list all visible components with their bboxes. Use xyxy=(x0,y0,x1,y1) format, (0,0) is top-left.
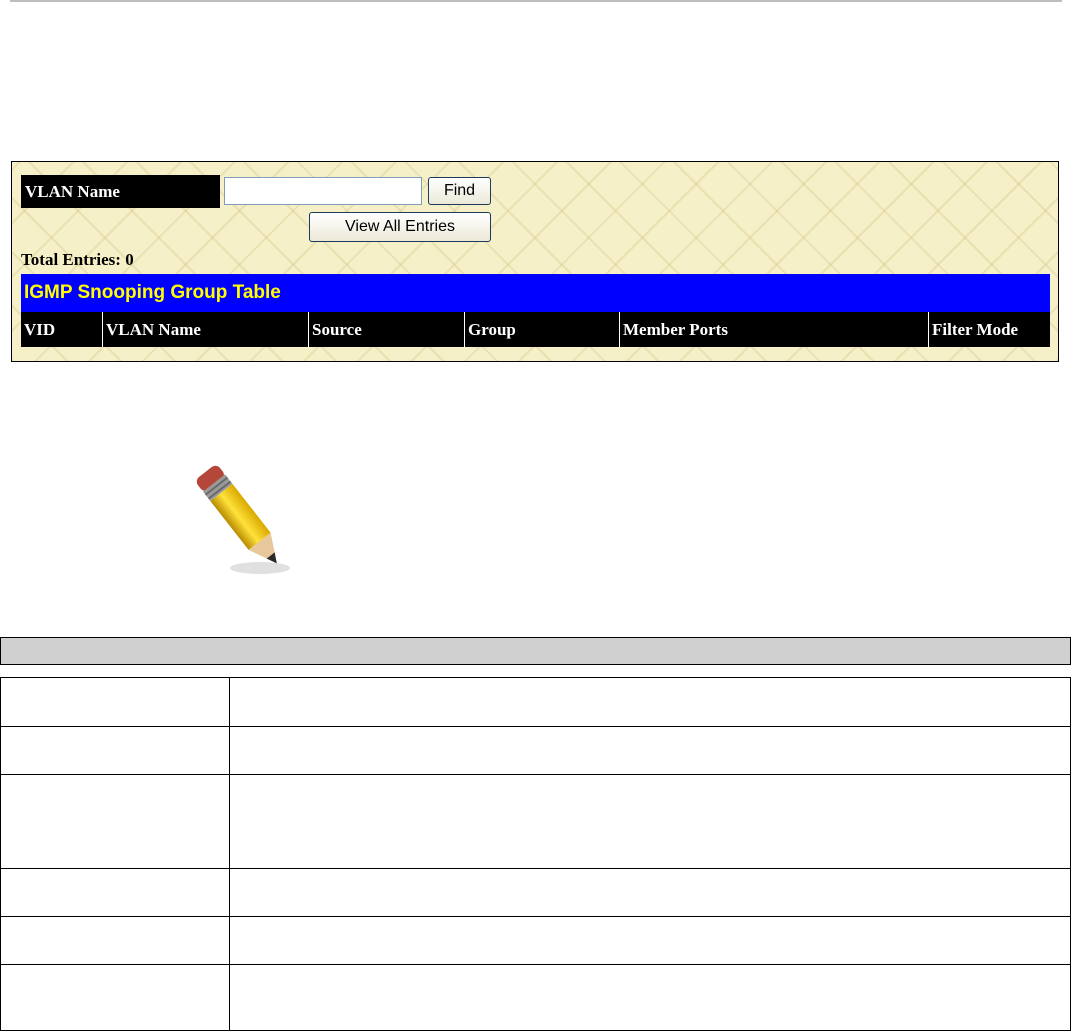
description-table xyxy=(0,677,1071,1031)
top-divider xyxy=(10,0,1062,2)
view-all-entries-button[interactable]: View All Entries xyxy=(309,212,491,242)
column-header-vlan-name: VLAN Name xyxy=(102,312,308,347)
table-title: IGMP Snooping Group Table xyxy=(21,274,1050,312)
pencil-icon xyxy=(190,456,300,586)
table-header-row: VID VLAN Name Source Group Member Ports … xyxy=(21,312,1050,347)
column-header-group: Group xyxy=(464,312,619,347)
column-header-source: Source xyxy=(308,312,464,347)
table-row xyxy=(1,678,1070,726)
description-table-header xyxy=(0,637,1071,665)
vlan-name-input[interactable] xyxy=(224,177,422,205)
igmp-snooping-group-panel: VLAN Name Find View All Entries Total En… xyxy=(11,161,1059,362)
column-header-filter-mode: Filter Mode xyxy=(928,312,1050,347)
table-row xyxy=(1,964,1070,1030)
table-row xyxy=(1,774,1070,868)
total-entries: Total Entries: 0 xyxy=(21,250,134,269)
table-row xyxy=(1,916,1070,964)
table-row xyxy=(1,726,1070,774)
column-header-vid: VID xyxy=(24,320,56,339)
table-row xyxy=(1,868,1070,916)
column-header-member-ports: Member Ports xyxy=(619,312,928,347)
find-button[interactable]: Find xyxy=(428,177,491,205)
vlan-name-label: VLAN Name xyxy=(21,175,220,208)
